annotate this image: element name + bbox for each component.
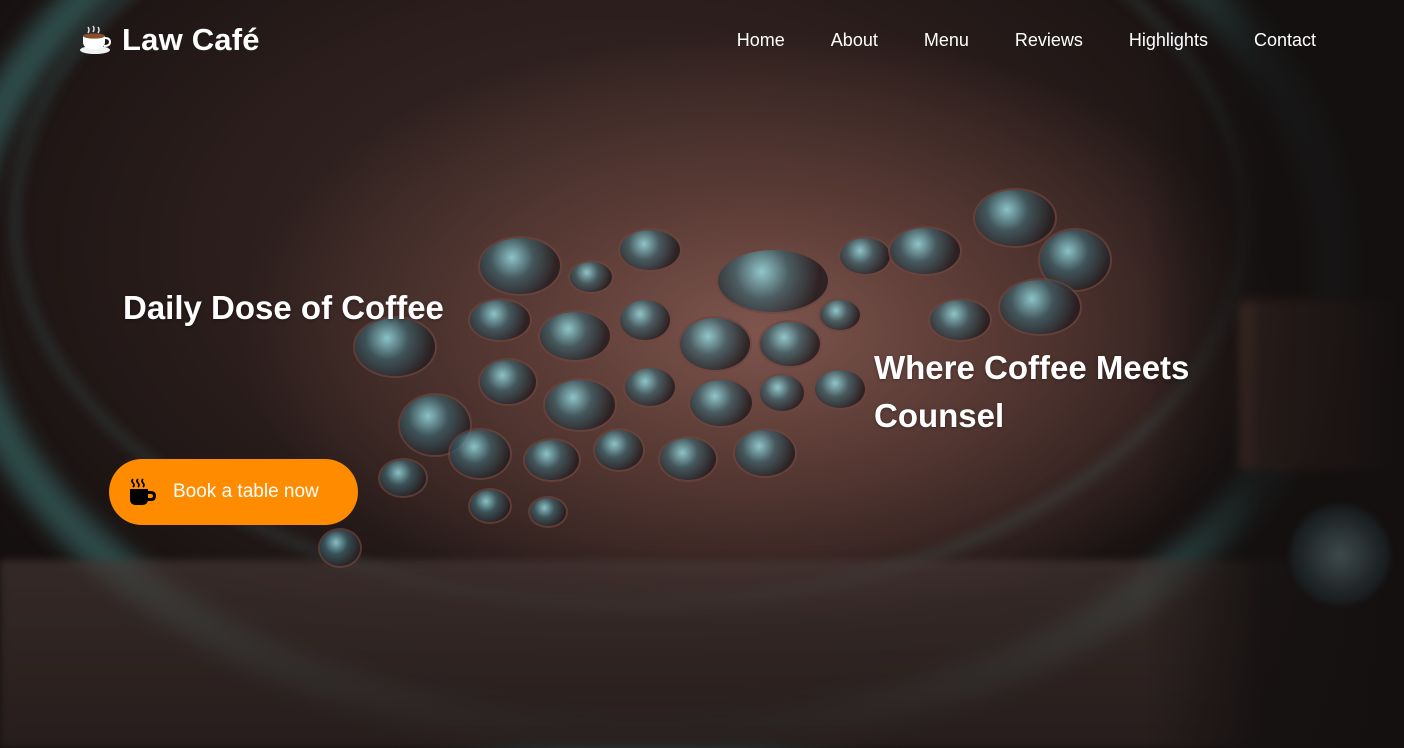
nav-link-highlights[interactable]: Highlights xyxy=(1129,30,1208,51)
machine-knob-decoration xyxy=(1290,505,1390,605)
nav-link-contact[interactable]: Contact xyxy=(1254,30,1316,51)
brand[interactable]: Law Café xyxy=(78,22,260,58)
hero-headline-right: Where Coffee Meets Counsel xyxy=(874,349,1190,434)
brand-name: Law Café xyxy=(122,22,260,57)
book-table-button[interactable]: Book a table now xyxy=(109,459,358,525)
nav-link-menu[interactable]: Menu xyxy=(924,30,969,51)
coffee-cup-icon xyxy=(78,25,112,55)
top-navigation: Law Café Home About Menu Reviews Highlig… xyxy=(0,0,1404,80)
nav-links: Home About Menu Reviews Highlights Conta… xyxy=(737,30,1316,51)
nav-link-home[interactable]: Home xyxy=(737,30,785,51)
hero-headline-left: Daily Dose of Coffee xyxy=(123,289,444,326)
nav-link-about[interactable]: About xyxy=(831,30,878,51)
coffee-mug-icon xyxy=(127,477,159,507)
nav-link-reviews[interactable]: Reviews xyxy=(1015,30,1083,51)
hero-section: Law Café Home About Menu Reviews Highlig… xyxy=(0,0,1404,748)
book-table-label: Book a table now xyxy=(173,481,319,502)
